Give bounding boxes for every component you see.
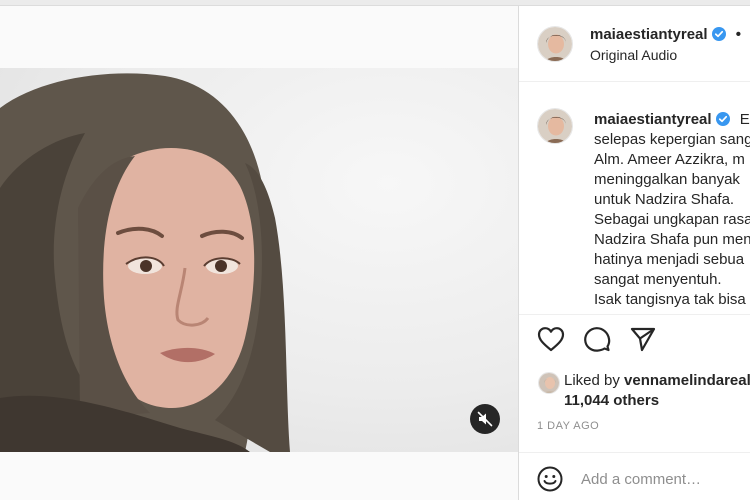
caption-username[interactable]: maiaestiantyreal xyxy=(594,111,712,128)
comment-divider xyxy=(519,452,750,453)
caption-line: Sebagai ungkapan rasa xyxy=(594,211,750,228)
caption-line: meninggalkan banyak xyxy=(594,171,740,188)
liked-by-label: Liked by xyxy=(564,372,620,389)
likes-summary: Liked by vennamelindareal 11,044 others xyxy=(519,366,750,416)
verified-badge-icon xyxy=(711,27,726,41)
caption-fragment: Em xyxy=(739,111,750,128)
liked-by-line: Liked by vennamelindareal xyxy=(564,372,750,389)
verified-badge-icon xyxy=(715,112,730,126)
post-media-pane xyxy=(0,6,518,500)
author-username[interactable]: maiaestiantyreal • F xyxy=(590,26,750,43)
post-video[interactable] xyxy=(0,68,518,452)
comment-input[interactable] xyxy=(581,466,746,492)
video-frame-image xyxy=(0,73,290,452)
caption-line: Isak tangisnya tak bisa xyxy=(594,291,746,308)
caption-line: sangat menyentuh. xyxy=(594,271,722,288)
caption-text: maiaestiantyreal Em selepas kepergian sa… xyxy=(594,110,750,310)
caption-line: untuk Nadzira Shafa. xyxy=(594,191,735,208)
speaker-muted-icon xyxy=(477,411,493,427)
post-header: maiaestiantyreal • F Original Audio xyxy=(519,6,750,82)
post-timestamp[interactable]: 1 DAY AGO xyxy=(537,420,599,432)
comment-composer xyxy=(519,454,750,500)
caption-line: Nadzira Shafa pun men xyxy=(594,231,750,248)
caption-avatar-image xyxy=(538,109,572,143)
author-avatar-image xyxy=(538,27,572,61)
comment-button[interactable] xyxy=(582,324,612,354)
caption-actions-divider xyxy=(519,314,750,315)
like-button[interactable] xyxy=(536,324,566,354)
action-bar xyxy=(536,324,658,356)
caption-line: selepas kepergian sang xyxy=(594,131,750,148)
author-avatar[interactable] xyxy=(537,26,573,62)
author-username-text[interactable]: maiaestiantyreal xyxy=(590,26,708,43)
mute-toggle-button[interactable] xyxy=(470,404,500,434)
header-dot-separator: • xyxy=(735,26,742,43)
paper-plane-icon xyxy=(630,327,656,352)
post-caption: maiaestiantyreal Em selepas kepergian sa… xyxy=(519,83,750,314)
caption-line: Alm. Ameer Azzikra, m xyxy=(594,151,745,168)
liker-avatar-image xyxy=(539,373,559,393)
share-button[interactable] xyxy=(628,324,658,354)
post-sidebar: maiaestiantyreal • F Original Audio maia… xyxy=(519,6,750,500)
caption-author-avatar[interactable] xyxy=(537,108,573,144)
comment-bubble-icon xyxy=(584,327,611,352)
likes-others-link[interactable]: 11,044 others xyxy=(564,392,659,409)
caption-line: hatinya menjadi sebua xyxy=(594,251,745,268)
liker-username[interactable]: vennamelindareal xyxy=(624,372,750,389)
heart-icon xyxy=(537,327,565,352)
smiley-icon[interactable] xyxy=(537,466,563,492)
liker-avatar[interactable] xyxy=(538,372,560,394)
audio-label[interactable]: Original Audio xyxy=(590,47,677,63)
caption-first-line: maiaestiantyreal Em xyxy=(594,110,750,130)
